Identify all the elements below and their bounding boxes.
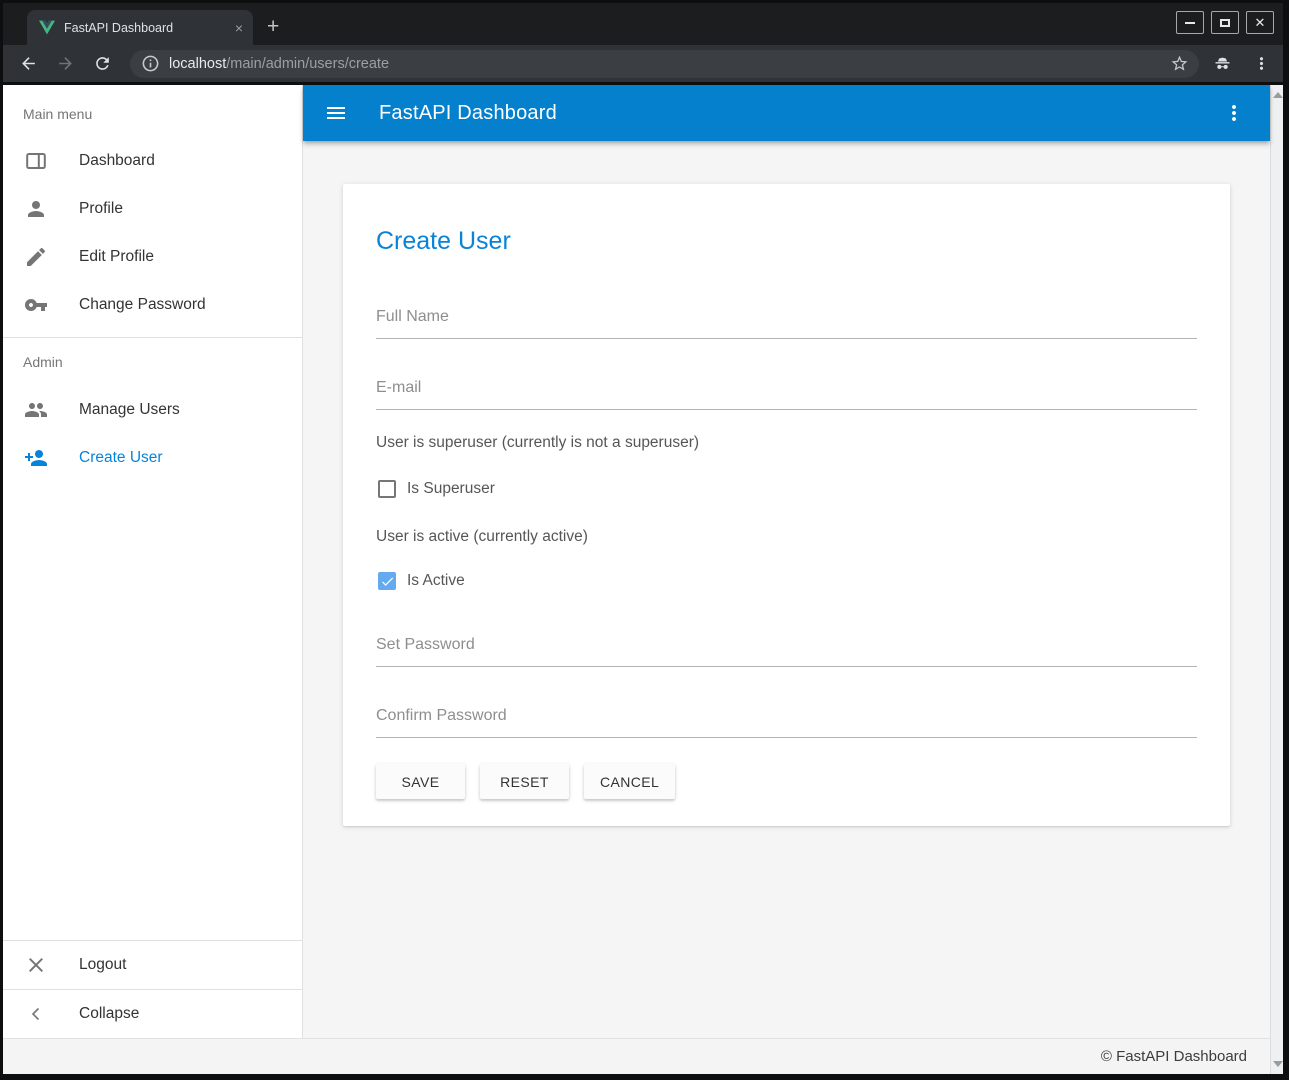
sidebar-section-main-menu: Main menu bbox=[3, 85, 302, 137]
create-user-card: Create User User is superuser (currently… bbox=[343, 184, 1230, 826]
sidebar-item-collapse[interactable]: Collapse bbox=[3, 990, 302, 1038]
checkbox-label: Is Active bbox=[407, 572, 465, 590]
checkbox-checked-icon bbox=[378, 572, 396, 590]
app-bar: FastAPI Dashboard bbox=[303, 85, 1270, 141]
vue-logo-icon bbox=[39, 20, 55, 35]
scroll-down-arrow-icon[interactable] bbox=[1273, 1061, 1283, 1067]
sidebar-item-label: Dashboard bbox=[79, 152, 155, 170]
browser-tabstrip: FastAPI Dashboard × + ✕ bbox=[3, 3, 1283, 45]
close-x-icon bbox=[24, 953, 48, 977]
sidebar-item-label: Change Password bbox=[79, 296, 206, 314]
form-actions: SAVE RESET CANCEL bbox=[376, 764, 1197, 799]
dashboard-icon bbox=[24, 149, 48, 173]
info-icon[interactable] bbox=[141, 54, 160, 73]
incognito-icon bbox=[1213, 54, 1232, 73]
is-superuser-checkbox[interactable]: Is Superuser bbox=[376, 480, 1197, 498]
sidebar-item-label: Edit Profile bbox=[79, 248, 154, 266]
bookmark-star-icon[interactable] bbox=[1170, 54, 1189, 73]
minimize-button[interactable] bbox=[1176, 11, 1204, 34]
scroll-up-arrow-icon[interactable] bbox=[1273, 92, 1283, 98]
page-footer: © FastAPI Dashboard bbox=[3, 1038, 1270, 1074]
browser-menu-kebab-icon[interactable] bbox=[1252, 54, 1271, 73]
active-hint: User is active (currently active) bbox=[376, 526, 1197, 548]
sidebar-item-label: Profile bbox=[79, 200, 123, 218]
vertical-scrollbar[interactable] bbox=[1270, 85, 1283, 1074]
forward-button[interactable] bbox=[54, 53, 76, 75]
back-arrow-icon bbox=[19, 54, 38, 73]
set-password-input[interactable] bbox=[376, 636, 1197, 667]
sidebar-item-change-password[interactable]: Change Password bbox=[3, 281, 302, 329]
sidebar-bottom: Logout Collapse bbox=[3, 940, 302, 1038]
new-tab-button[interactable]: + bbox=[267, 14, 279, 40]
sidebar-item-label: Manage Users bbox=[79, 401, 180, 419]
sidebar-item-manage-users[interactable]: Manage Users bbox=[3, 386, 302, 434]
superuser-hint: User is superuser (currently is not a su… bbox=[376, 432, 1197, 454]
cancel-button[interactable]: CANCEL bbox=[584, 764, 675, 799]
person-add-icon bbox=[24, 446, 48, 470]
page-viewport: FastAPI Dashboard Main menu Dashboard Pr… bbox=[3, 85, 1283, 1074]
sidebar-item-label: Collapse bbox=[79, 1005, 139, 1023]
sidebar-item-profile[interactable]: Profile bbox=[3, 185, 302, 233]
maximize-icon bbox=[1220, 19, 1230, 27]
person-icon bbox=[24, 197, 48, 221]
sidebar-item-label: Create User bbox=[79, 449, 163, 467]
tab-close-icon[interactable]: × bbox=[235, 21, 243, 35]
back-button[interactable] bbox=[17, 53, 39, 75]
close-icon: ✕ bbox=[1255, 16, 1266, 29]
url-path: /main/admin/users/create bbox=[226, 56, 389, 72]
forward-arrow-icon bbox=[56, 54, 75, 73]
url-text: localhost/main/admin/users/create bbox=[169, 56, 1170, 72]
sidebar-section-admin: Admin bbox=[3, 338, 302, 386]
confirm-password-input[interactable] bbox=[376, 707, 1197, 738]
close-button[interactable]: ✕ bbox=[1246, 11, 1274, 34]
appbar-kebab-icon[interactable] bbox=[1222, 101, 1246, 125]
copyright-text: © FastAPI Dashboard bbox=[1101, 1048, 1247, 1065]
sidebar-item-logout[interactable]: Logout bbox=[3, 941, 302, 989]
window-controls: ✕ bbox=[1176, 11, 1274, 34]
checkbox-unchecked-icon bbox=[378, 480, 396, 498]
sidebar-item-dashboard[interactable]: Dashboard bbox=[3, 137, 302, 185]
url-host: localhost bbox=[169, 56, 226, 72]
page-title: Create User bbox=[376, 226, 1197, 256]
save-button[interactable]: SAVE bbox=[376, 764, 465, 799]
sidebar: Main menu Dashboard Profile Edit Profile… bbox=[3, 85, 303, 1038]
is-active-checkbox[interactable]: Is Active bbox=[376, 572, 1197, 590]
reload-button[interactable] bbox=[91, 53, 113, 75]
people-icon bbox=[24, 398, 48, 422]
full-name-input[interactable] bbox=[376, 308, 1197, 339]
toolbar-right bbox=[1213, 54, 1271, 73]
email-input[interactable] bbox=[376, 379, 1197, 410]
address-bar[interactable]: localhost/main/admin/users/create bbox=[130, 50, 1199, 78]
reload-icon bbox=[93, 54, 112, 73]
reset-button[interactable]: RESET bbox=[480, 764, 569, 799]
checkbox-label: Is Superuser bbox=[407, 480, 495, 498]
sidebar-item-label: Logout bbox=[79, 956, 126, 974]
minimize-icon bbox=[1185, 22, 1195, 24]
appbar-title: FastAPI Dashboard bbox=[379, 102, 1222, 125]
hamburger-menu-icon[interactable] bbox=[324, 101, 348, 125]
sidebar-item-create-user[interactable]: Create User bbox=[3, 434, 302, 482]
tab-title: FastAPI Dashboard bbox=[64, 21, 235, 35]
key-icon bbox=[24, 293, 48, 317]
sidebar-item-edit-profile[interactable]: Edit Profile bbox=[3, 233, 302, 281]
pencil-icon bbox=[24, 245, 48, 269]
maximize-button[interactable] bbox=[1211, 11, 1239, 34]
browser-toolbar: localhost/main/admin/users/create bbox=[3, 45, 1283, 82]
browser-tab[interactable]: FastAPI Dashboard × bbox=[27, 10, 253, 45]
chevron-left-icon bbox=[24, 1002, 48, 1026]
